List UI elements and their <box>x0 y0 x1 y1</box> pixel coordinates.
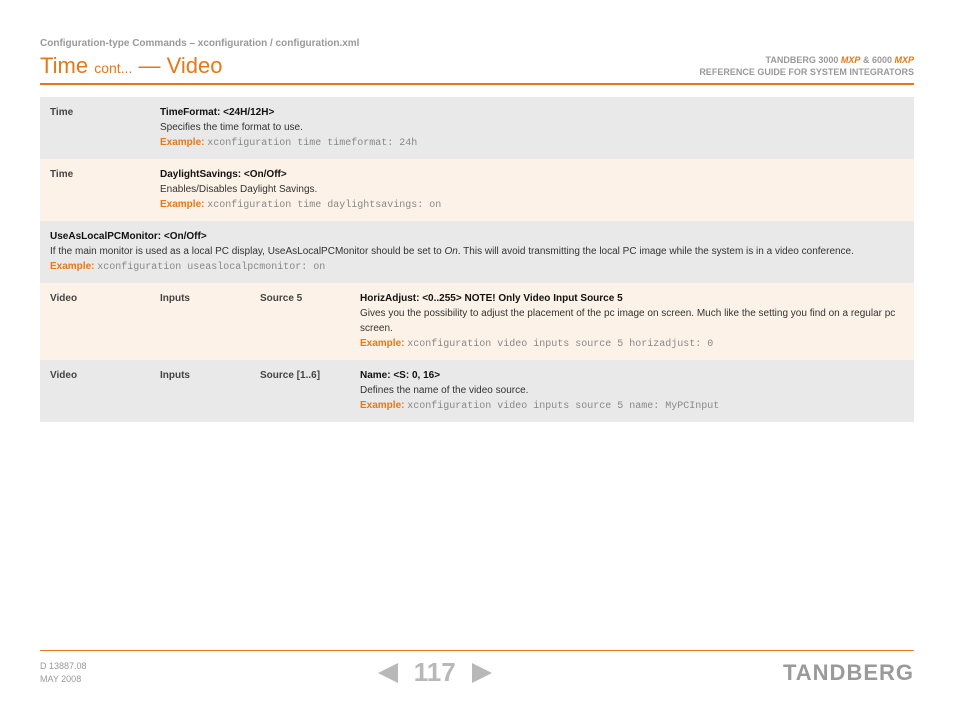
cell-desc: TimeFormat: <24H/12H> Specifies the time… <box>150 97 914 159</box>
cell-category: Time <box>40 97 150 159</box>
cell-desc: DaylightSavings: <On/Off> Enables/Disabl… <box>150 159 914 221</box>
title-cont: cont... <box>94 60 132 76</box>
param-name: UseAsLocalPCMonitor: <On/Off> <box>50 231 207 242</box>
param-name: Name: <S: 0, 16> <box>360 370 440 381</box>
table-row: Time DaylightSavings: <On/Off> Enables/D… <box>40 159 914 221</box>
cell-category: Time <box>40 159 150 221</box>
cell-desc: HorizAdjust: <0..255> NOTE! Only Video I… <box>350 283 914 360</box>
param-desc: Defines the name of the video source. <box>360 385 528 396</box>
pager: 117 <box>378 657 492 688</box>
cell-desc: Name: <S: 0, 16> Defines the name of the… <box>350 360 914 422</box>
doc-number: D 13887.08 <box>40 660 87 673</box>
example-code: xconfiguration time timeformat: 24h <box>207 138 417 149</box>
table-row: Video Inputs Source [1..6] Name: <S: 0, … <box>40 360 914 422</box>
table-row: UseAsLocalPCMonitor: <On/Off> If the mai… <box>40 221 914 283</box>
example-code: xconfiguration video inputs source 5 nam… <box>407 401 719 412</box>
example-code: xconfiguration useaslocalpcmonitor: on <box>97 262 325 273</box>
param-desc: Specifies the time format to use. <box>160 122 303 133</box>
footer: D 13887.08 MAY 2008 117 TANDBERG <box>40 650 914 688</box>
doc-meta: TANDBERG 3000 MXP & 6000 MXP REFERENCE G… <box>699 54 914 79</box>
cell-sub1: Inputs <box>150 283 250 360</box>
next-page-icon[interactable] <box>472 663 492 683</box>
param-name: HorizAdjust: <0..255> NOTE! Only Video I… <box>360 293 623 304</box>
brand-logo: TANDBERG <box>783 660 914 686</box>
cell-sub2: Source [1..6] <box>250 360 350 422</box>
meta-mxp1: MXP <box>841 55 861 65</box>
meta-mxp2: MXP <box>894 55 914 65</box>
example-label: Example: <box>160 137 204 148</box>
meta-amp: & 6000 <box>863 55 892 65</box>
meta-line2: REFERENCE GUIDE FOR SYSTEM INTEGRATORS <box>699 66 914 79</box>
title-sep: — <box>138 53 160 78</box>
param-desc: Gives you the possibility to adjust the … <box>360 308 895 334</box>
cell-category: Video <box>40 360 150 422</box>
cell-desc: UseAsLocalPCMonitor: <On/Off> If the mai… <box>40 221 914 283</box>
breadcrumb: Configuration-type Commands – xconfigura… <box>40 38 914 49</box>
table-row: Time TimeFormat: <24H/12H> Specifies the… <box>40 97 914 159</box>
param-desc: Enables/Disables Daylight Savings. <box>160 184 317 195</box>
table-row: Video Inputs Source 5 HorizAdjust: <0..2… <box>40 283 914 360</box>
cell-sub1: Inputs <box>150 360 250 422</box>
example-label: Example: <box>360 400 404 411</box>
page-number: 117 <box>414 657 456 688</box>
title-main: Time <box>40 53 88 78</box>
param-desc-b: . This will avoid transmitting the local… <box>458 246 854 257</box>
cell-category: Video <box>40 283 150 360</box>
example-code: xconfiguration video inputs source 5 hor… <box>407 339 713 350</box>
example-label: Example: <box>360 338 404 349</box>
param-name: TimeFormat: <24H/12H> <box>160 107 274 118</box>
param-desc-a: If the main monitor is used as a local P… <box>50 246 444 257</box>
meta-line1a: TANDBERG 3000 <box>766 55 839 65</box>
cell-sub2: Source 5 <box>250 283 350 360</box>
page-title: Time cont... — Video <box>40 53 222 79</box>
param-desc-i: On <box>444 246 457 257</box>
doc-date: MAY 2008 <box>40 673 87 686</box>
title-section: Video <box>167 53 223 78</box>
prev-page-icon[interactable] <box>378 663 398 683</box>
example-label: Example: <box>50 261 94 272</box>
param-name: DaylightSavings: <On/Off> <box>160 169 287 180</box>
example-label: Example: <box>160 199 204 210</box>
config-table: Time TimeFormat: <24H/12H> Specifies the… <box>40 97 914 422</box>
doc-id: D 13887.08 MAY 2008 <box>40 660 87 685</box>
example-code: xconfiguration time daylightsavings: on <box>207 200 441 211</box>
